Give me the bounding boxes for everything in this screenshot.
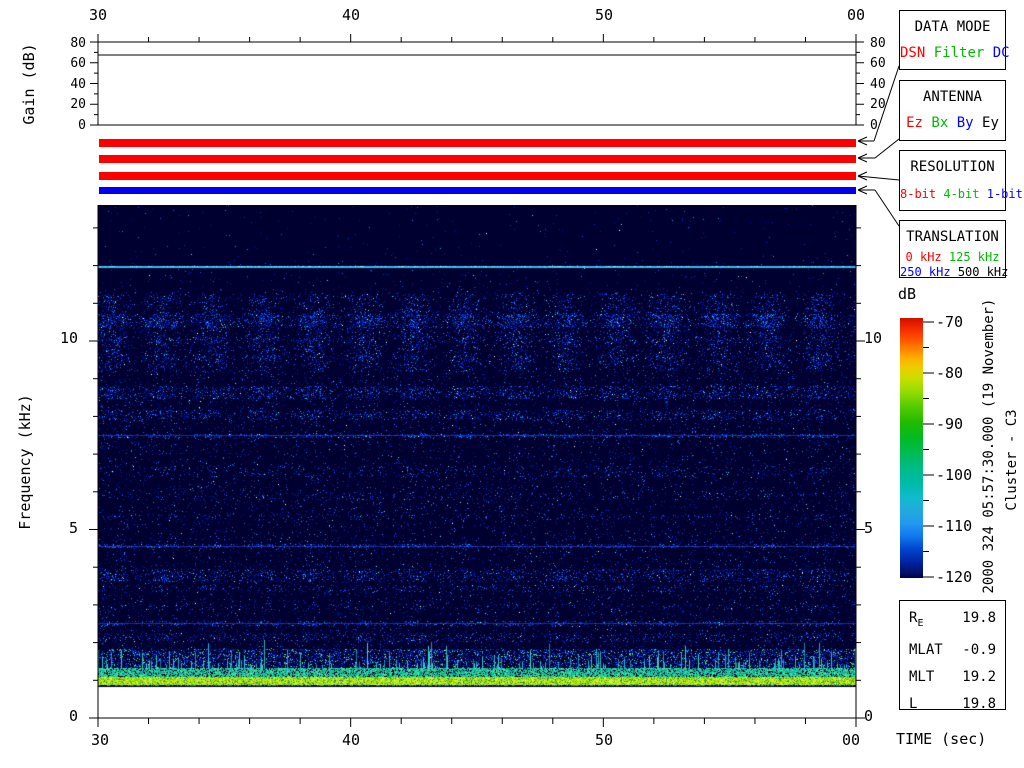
gain-ytick-right: 40 <box>870 77 886 92</box>
gain-ytick-left: 60 <box>70 56 86 71</box>
time-axis-label: TIME (sec) <box>896 730 987 748</box>
gain-ytick-right: 80 <box>870 36 886 51</box>
resolution-4bit: 4-bit <box>943 187 980 201</box>
freq-ytick-left: 5 <box>68 519 78 537</box>
ephemeris-value: -0.9 <box>962 641 996 658</box>
bottom-axis-tick: 00 <box>841 731 861 749</box>
spacecraft-label: Cluster - C3 <box>1004 409 1020 511</box>
bottom-axis-tick: 40 <box>341 731 361 749</box>
ephemeris-row-l: L 19.8 <box>900 691 1005 718</box>
top-axis-tick: 50 <box>594 6 614 24</box>
translation-125khz: 125 kHz <box>948 250 1000 264</box>
ephemeris-row-mlt: MLT 19.2 <box>900 664 1005 691</box>
bottom-axis-tick: 30 <box>90 731 110 749</box>
colorbar-tick: -100 <box>936 466 973 484</box>
colorbar-db-label: dB <box>898 285 917 303</box>
resolution-1bit: 1-bit <box>986 187 1023 201</box>
antenna-values: Ez Bx By Ey <box>900 115 1005 131</box>
gain-ytick-left: 80 <box>70 36 86 51</box>
gain-ytick-right: 0 <box>870 118 878 133</box>
gain-axis-label: Gain (dB) <box>20 43 38 125</box>
antenna-title: ANTENNA <box>922 89 982 105</box>
resolution-values: 8-bit 4-bit 1-bit <box>900 187 1023 201</box>
antenna-box: ANTENNA Ez Bx By Ey <box>899 80 1006 141</box>
colorbar <box>900 318 923 578</box>
bottom-axis-tick: 50 <box>594 731 614 749</box>
data-mode-status-bar <box>99 139 856 147</box>
translation-0khz: 0 kHz <box>905 250 942 264</box>
colorbar-tick: -70 <box>936 313 964 331</box>
spectrogram-heatmap <box>98 205 856 718</box>
frequency-axis-label: Frequency (kHz) <box>16 394 34 530</box>
colorbar-tick: -120 <box>936 568 973 586</box>
ephemeris-label: RE <box>909 610 924 629</box>
gain-ytick-left: 20 <box>70 97 86 112</box>
antenna-ez: Ez <box>906 115 923 131</box>
resolution-title: RESOLUTION <box>910 159 995 175</box>
ephemeris-value: 19.8 <box>962 610 996 626</box>
top-axis-tick: 00 <box>846 6 866 24</box>
ephemeris-value: 19.2 <box>962 668 996 685</box>
ephemeris-value: 19.8 <box>962 695 996 712</box>
data-mode-filter: Filter <box>933 45 985 61</box>
ephemeris-box: RE 19.8 MLAT -0.9 MLT 19.2 L 19.8 <box>899 600 1006 712</box>
translation-row-1: 0 kHz 125 kHz <box>900 250 1005 265</box>
gain-ytick-right: 20 <box>870 97 886 112</box>
data-mode-dc: DC <box>992 45 1010 61</box>
freq-ytick-right: 0 <box>864 707 874 725</box>
data-mode-values: DSN Filter DC <box>900 45 1010 61</box>
translation-box: TRANSLATION 0 kHz 125 kHz 250 kHz 500 kH… <box>899 220 1008 280</box>
antenna-bx: Bx <box>931 115 949 131</box>
antenna-ey: Ey <box>982 115 999 131</box>
freq-ytick-right: 10 <box>864 329 883 347</box>
resolution-status-bar <box>99 172 856 180</box>
freq-ytick-left: 0 <box>68 707 78 725</box>
resolution-box: RESOLUTION 8-bit 4-bit 1-bit <box>899 150 1023 211</box>
top-axis-tick: 40 <box>341 6 361 24</box>
colorbar-tick: -80 <box>936 364 964 382</box>
freq-ytick-right: 5 <box>864 519 874 537</box>
colorbar-tick: -90 <box>936 415 964 433</box>
data-mode-box: DATA MODE DSN Filter DC <box>899 10 1010 70</box>
ephemeris-label: MLAT <box>909 641 943 658</box>
gain-ytick-left: 0 <box>78 118 86 133</box>
resolution-8bit: 8-bit <box>900 187 937 201</box>
ephemeris-label: L <box>909 695 918 712</box>
translation-250khz: 250 kHz <box>900 265 951 279</box>
data-mode-dsn: DSN <box>900 45 926 61</box>
antenna-by: By <box>956 115 974 131</box>
antenna-status-bar <box>99 155 856 163</box>
gain-ytick-right: 60 <box>870 56 886 71</box>
ephemeris-label: MLT <box>909 668 935 685</box>
ephemeris-row-mlat: MLAT -0.9 <box>900 637 1005 664</box>
ephemeris-row-re: RE 19.8 <box>900 605 1005 637</box>
colorbar-tick: -110 <box>936 517 973 535</box>
datetime-label: 2000 324 05:57:30.000 (19 November) <box>981 298 997 594</box>
wbd-spectrogram-display: 30 40 50 00 80 60 40 20 0 80 60 40 20 0 … <box>0 0 1024 768</box>
translation-row-2: 250 kHz 500 kHz <box>900 265 1008 280</box>
translation-500khz: 500 kHz <box>957 265 1009 279</box>
gain-ytick-left: 40 <box>70 77 86 92</box>
translation-status-bar <box>99 187 856 194</box>
top-axis-tick: 30 <box>88 6 108 24</box>
freq-ytick-left: 10 <box>59 329 78 347</box>
translation-title: TRANSLATION <box>906 229 999 245</box>
data-mode-title: DATA MODE <box>914 19 991 35</box>
